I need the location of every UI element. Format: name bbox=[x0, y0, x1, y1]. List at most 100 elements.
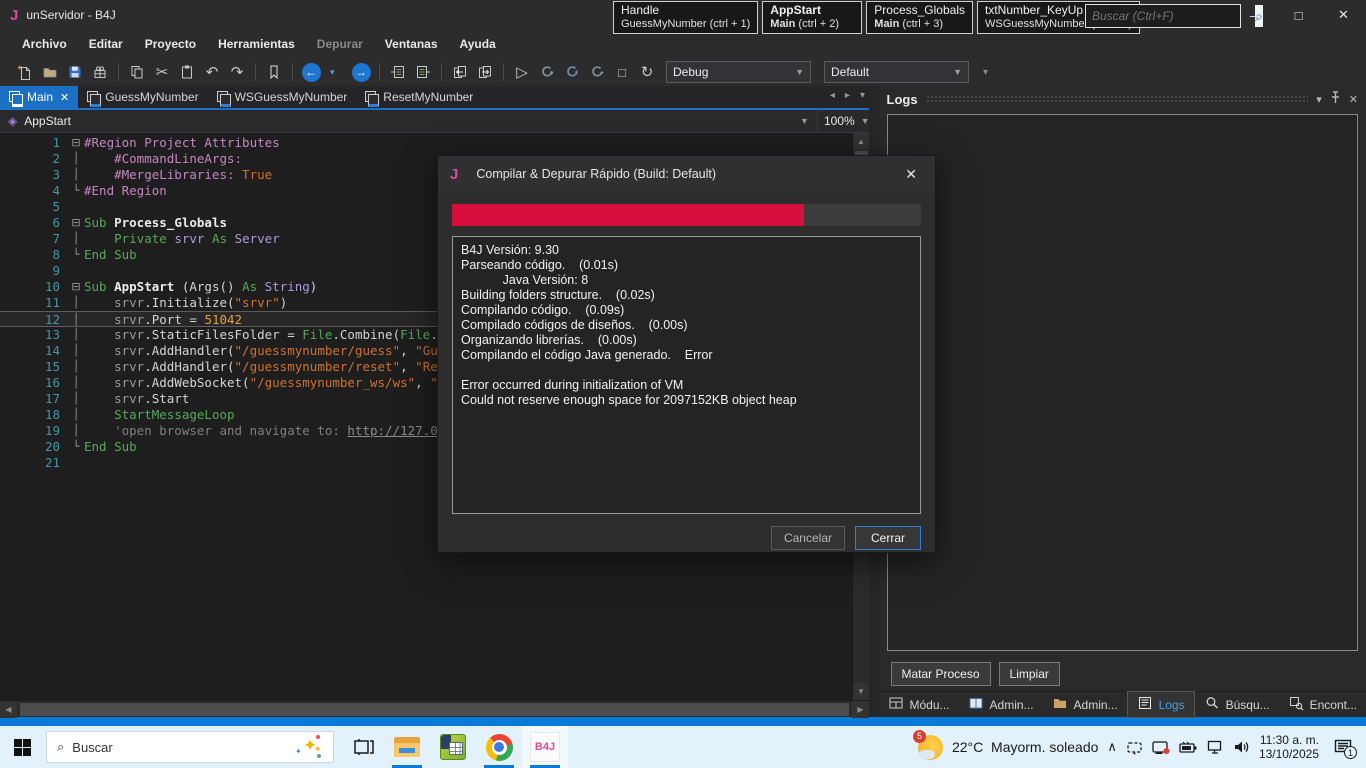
debug-step-icon[interactable] bbox=[561, 61, 583, 83]
tab-label: ResetMyNumber bbox=[383, 90, 473, 104]
ide-search-box[interactable]: ⌕ bbox=[1085, 4, 1241, 28]
tab-close-icon[interactable]: ✕ bbox=[60, 91, 69, 104]
quick-access-process_globals[interactable]: Process_GlobalsMain (ctrl + 3) bbox=[866, 1, 973, 34]
panel-tab-admin[interactable]: Admin... bbox=[959, 692, 1043, 717]
ide-search-input[interactable] bbox=[1086, 5, 1255, 27]
toolbar-overflow-icon[interactable]: ▾ bbox=[983, 67, 988, 78]
stop-icon[interactable]: □ bbox=[611, 61, 633, 83]
restart-icon[interactable]: ↻ bbox=[636, 61, 658, 83]
close-dialog-button[interactable]: Cerrar bbox=[855, 526, 921, 550]
sub-navigator-dropdown[interactable]: ◈ AppStart ▼ bbox=[0, 114, 817, 128]
notification-center-button[interactable]: 1 bbox=[1328, 739, 1358, 755]
scroll-up-icon[interactable]: ▲ bbox=[853, 133, 869, 150]
panel-tab-encont[interactable]: Encont... bbox=[1279, 692, 1366, 717]
debug-resume-icon[interactable] bbox=[586, 61, 608, 83]
shift-left-icon[interactable] bbox=[449, 61, 471, 83]
menu-herramientas[interactable]: Herramientas bbox=[208, 33, 305, 55]
shift-right-icon[interactable] bbox=[474, 61, 496, 83]
menu-depurar[interactable]: Depurar bbox=[307, 33, 373, 55]
screen-record-icon[interactable] bbox=[1152, 740, 1170, 755]
logs-output-area[interactable] bbox=[887, 114, 1359, 651]
minimize-button[interactable]: – bbox=[1231, 0, 1276, 30]
tab-main[interactable]: Main✕ bbox=[0, 86, 78, 108]
quick-access-handle[interactable]: HandleGuessMyNumber (ctrl + 1) bbox=[613, 1, 758, 34]
taskbar-app-b4j[interactable]: B4J bbox=[522, 726, 568, 768]
menu-archivo[interactable]: Archivo bbox=[12, 33, 77, 55]
debug-attach-icon[interactable] bbox=[536, 61, 558, 83]
volume-icon[interactable] bbox=[1233, 740, 1250, 754]
editor-zoom-select[interactable]: 100%▼ bbox=[817, 110, 869, 132]
cast-icon[interactable] bbox=[1126, 740, 1143, 755]
panel-grip[interactable] bbox=[926, 95, 1309, 103]
panel-tab-label: Admin... bbox=[990, 698, 1034, 712]
menu-editar[interactable]: Editar bbox=[79, 33, 133, 55]
tabs-list-icon[interactable]: ▾ bbox=[860, 90, 865, 101]
close-button[interactable]: ✕ bbox=[1321, 0, 1366, 30]
menu-ayuda[interactable]: Ayuda bbox=[450, 33, 506, 55]
line-number: 2 bbox=[0, 151, 68, 167]
run-icon[interactable]: ▷ bbox=[511, 61, 533, 83]
logs-panel-title: Logs bbox=[887, 92, 918, 107]
build-configuration-select[interactable]: Default▼ bbox=[824, 61, 969, 83]
pin-icon[interactable] bbox=[1330, 91, 1341, 107]
tray-chevron-icon[interactable]: ∧ bbox=[1107, 739, 1117, 755]
scroll-right-icon[interactable]: ▶ bbox=[852, 701, 869, 718]
taskbar-clock[interactable]: 11:30 a. m. 13/10/2025 bbox=[1259, 733, 1319, 761]
debug-mode-select[interactable]: Debug▼ bbox=[666, 61, 811, 83]
tabs-scroll-right-icon[interactable]: ▸ bbox=[845, 90, 850, 101]
tab-guessmynumber[interactable]: GuessMyNumber bbox=[78, 86, 207, 108]
cut-icon[interactable]: ✂ bbox=[151, 61, 173, 83]
comment-remove-icon[interactable] bbox=[412, 61, 434, 83]
tab-resetmynumber[interactable]: ResetMyNumber bbox=[356, 86, 482, 108]
nav-back-caret-icon[interactable]: ▾ bbox=[325, 61, 347, 83]
panel-tab-búsqu[interactable]: Búsqu... bbox=[1195, 692, 1279, 717]
new-file-icon[interactable] bbox=[14, 61, 36, 83]
save-icon[interactable] bbox=[64, 61, 86, 83]
fold-toggle-icon[interactable]: ⊟ bbox=[68, 135, 84, 151]
dialog-title-bar[interactable]: J Compilar & Depurar Rápido (Build: Defa… bbox=[438, 156, 935, 192]
chevron-down-icon[interactable]: ▾ bbox=[1316, 93, 1322, 106]
cancel-button[interactable]: Cancelar bbox=[771, 526, 845, 550]
line-number: 21 bbox=[0, 455, 68, 471]
dialog-close-icon[interactable]: ✕ bbox=[899, 164, 923, 185]
maximize-button[interactable]: □ bbox=[1276, 0, 1321, 30]
compile-log-output[interactable]: B4J Versión: 9.30Parseando código. (0.01… bbox=[452, 236, 921, 514]
taskbar-app-calc[interactable] bbox=[430, 726, 476, 768]
nav-forward-icon[interactable]: → bbox=[350, 61, 372, 83]
menu-proyecto[interactable]: Proyecto bbox=[135, 33, 206, 55]
task-view-button[interactable] bbox=[344, 726, 384, 768]
tab-wsguessmynumber[interactable]: WSGuessMyNumber bbox=[208, 86, 357, 108]
start-button[interactable] bbox=[0, 726, 44, 768]
copy-icon[interactable] bbox=[126, 61, 148, 83]
redo-icon[interactable]: ↷ bbox=[226, 61, 248, 83]
network-icon[interactable] bbox=[1207, 740, 1224, 754]
clear-logs-button[interactable]: Limpiar bbox=[999, 662, 1060, 686]
scroll-down-icon[interactable]: ▼ bbox=[853, 683, 869, 700]
battery-icon[interactable] bbox=[1179, 741, 1198, 754]
undo-icon[interactable]: ↶ bbox=[201, 61, 223, 83]
horizontal-scroll-thumb[interactable] bbox=[20, 703, 849, 716]
panel-tab-admin[interactable]: Admin... bbox=[1043, 692, 1127, 717]
quick-access-appstart[interactable]: AppStartMain (ctrl + 2) bbox=[762, 1, 862, 34]
taskbar-weather[interactable]: 5 22°C Mayorm. soleado bbox=[917, 734, 1098, 761]
tabs-scroll-left-icon[interactable]: ◂ bbox=[830, 90, 835, 101]
fold-toggle-icon[interactable]: ⊟ bbox=[68, 215, 84, 231]
close-icon[interactable]: ✕ bbox=[1349, 93, 1358, 106]
comment-add-icon[interactable] bbox=[387, 61, 409, 83]
open-folder-icon[interactable] bbox=[39, 61, 61, 83]
code-line-1[interactable]: 1⊟#Region Project Attributes bbox=[0, 135, 852, 151]
kill-process-button[interactable]: Matar Proceso bbox=[891, 662, 991, 686]
modules-icon[interactable] bbox=[89, 61, 111, 83]
taskbar-app-chrome[interactable] bbox=[476, 726, 522, 768]
panel-tab-logs[interactable]: Logs bbox=[1127, 691, 1195, 718]
taskbar-app-explorer[interactable] bbox=[384, 726, 430, 768]
paste-icon[interactable] bbox=[176, 61, 198, 83]
menu-ventanas[interactable]: Ventanas bbox=[375, 33, 448, 55]
scroll-left-icon[interactable]: ◀ bbox=[0, 701, 17, 718]
panel-tab-módu[interactable]: Módu... bbox=[879, 692, 959, 717]
editor-horizontal-scrollbar[interactable]: ◀ ▶ bbox=[0, 700, 869, 717]
bookmark-icon[interactable] bbox=[263, 61, 285, 83]
fold-toggle-icon[interactable]: ⊟ bbox=[68, 279, 84, 295]
taskbar-search-box[interactable]: ⌕ Buscar ✦✦✦ bbox=[46, 731, 334, 763]
nav-back-icon[interactable]: ← bbox=[300, 61, 322, 83]
